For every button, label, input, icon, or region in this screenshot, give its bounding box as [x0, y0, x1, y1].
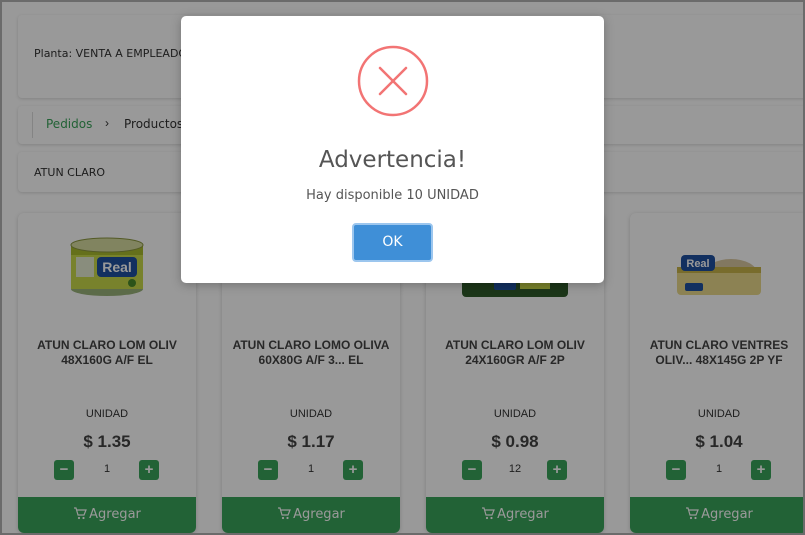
ok-button[interactable]: OK [352, 223, 433, 262]
app-frame: Planta: VENTA A EMPLEADOS Pedidos › Prod… [0, 0, 805, 535]
dialog-title: Advertencia! [318, 147, 467, 173]
dialog-message: Hay disponible 10 UNIDAD [306, 188, 479, 203]
warning-dialog: Advertencia! Hay disponible 10 UNIDAD OK [181, 16, 604, 283]
error-x-icon [357, 45, 429, 117]
